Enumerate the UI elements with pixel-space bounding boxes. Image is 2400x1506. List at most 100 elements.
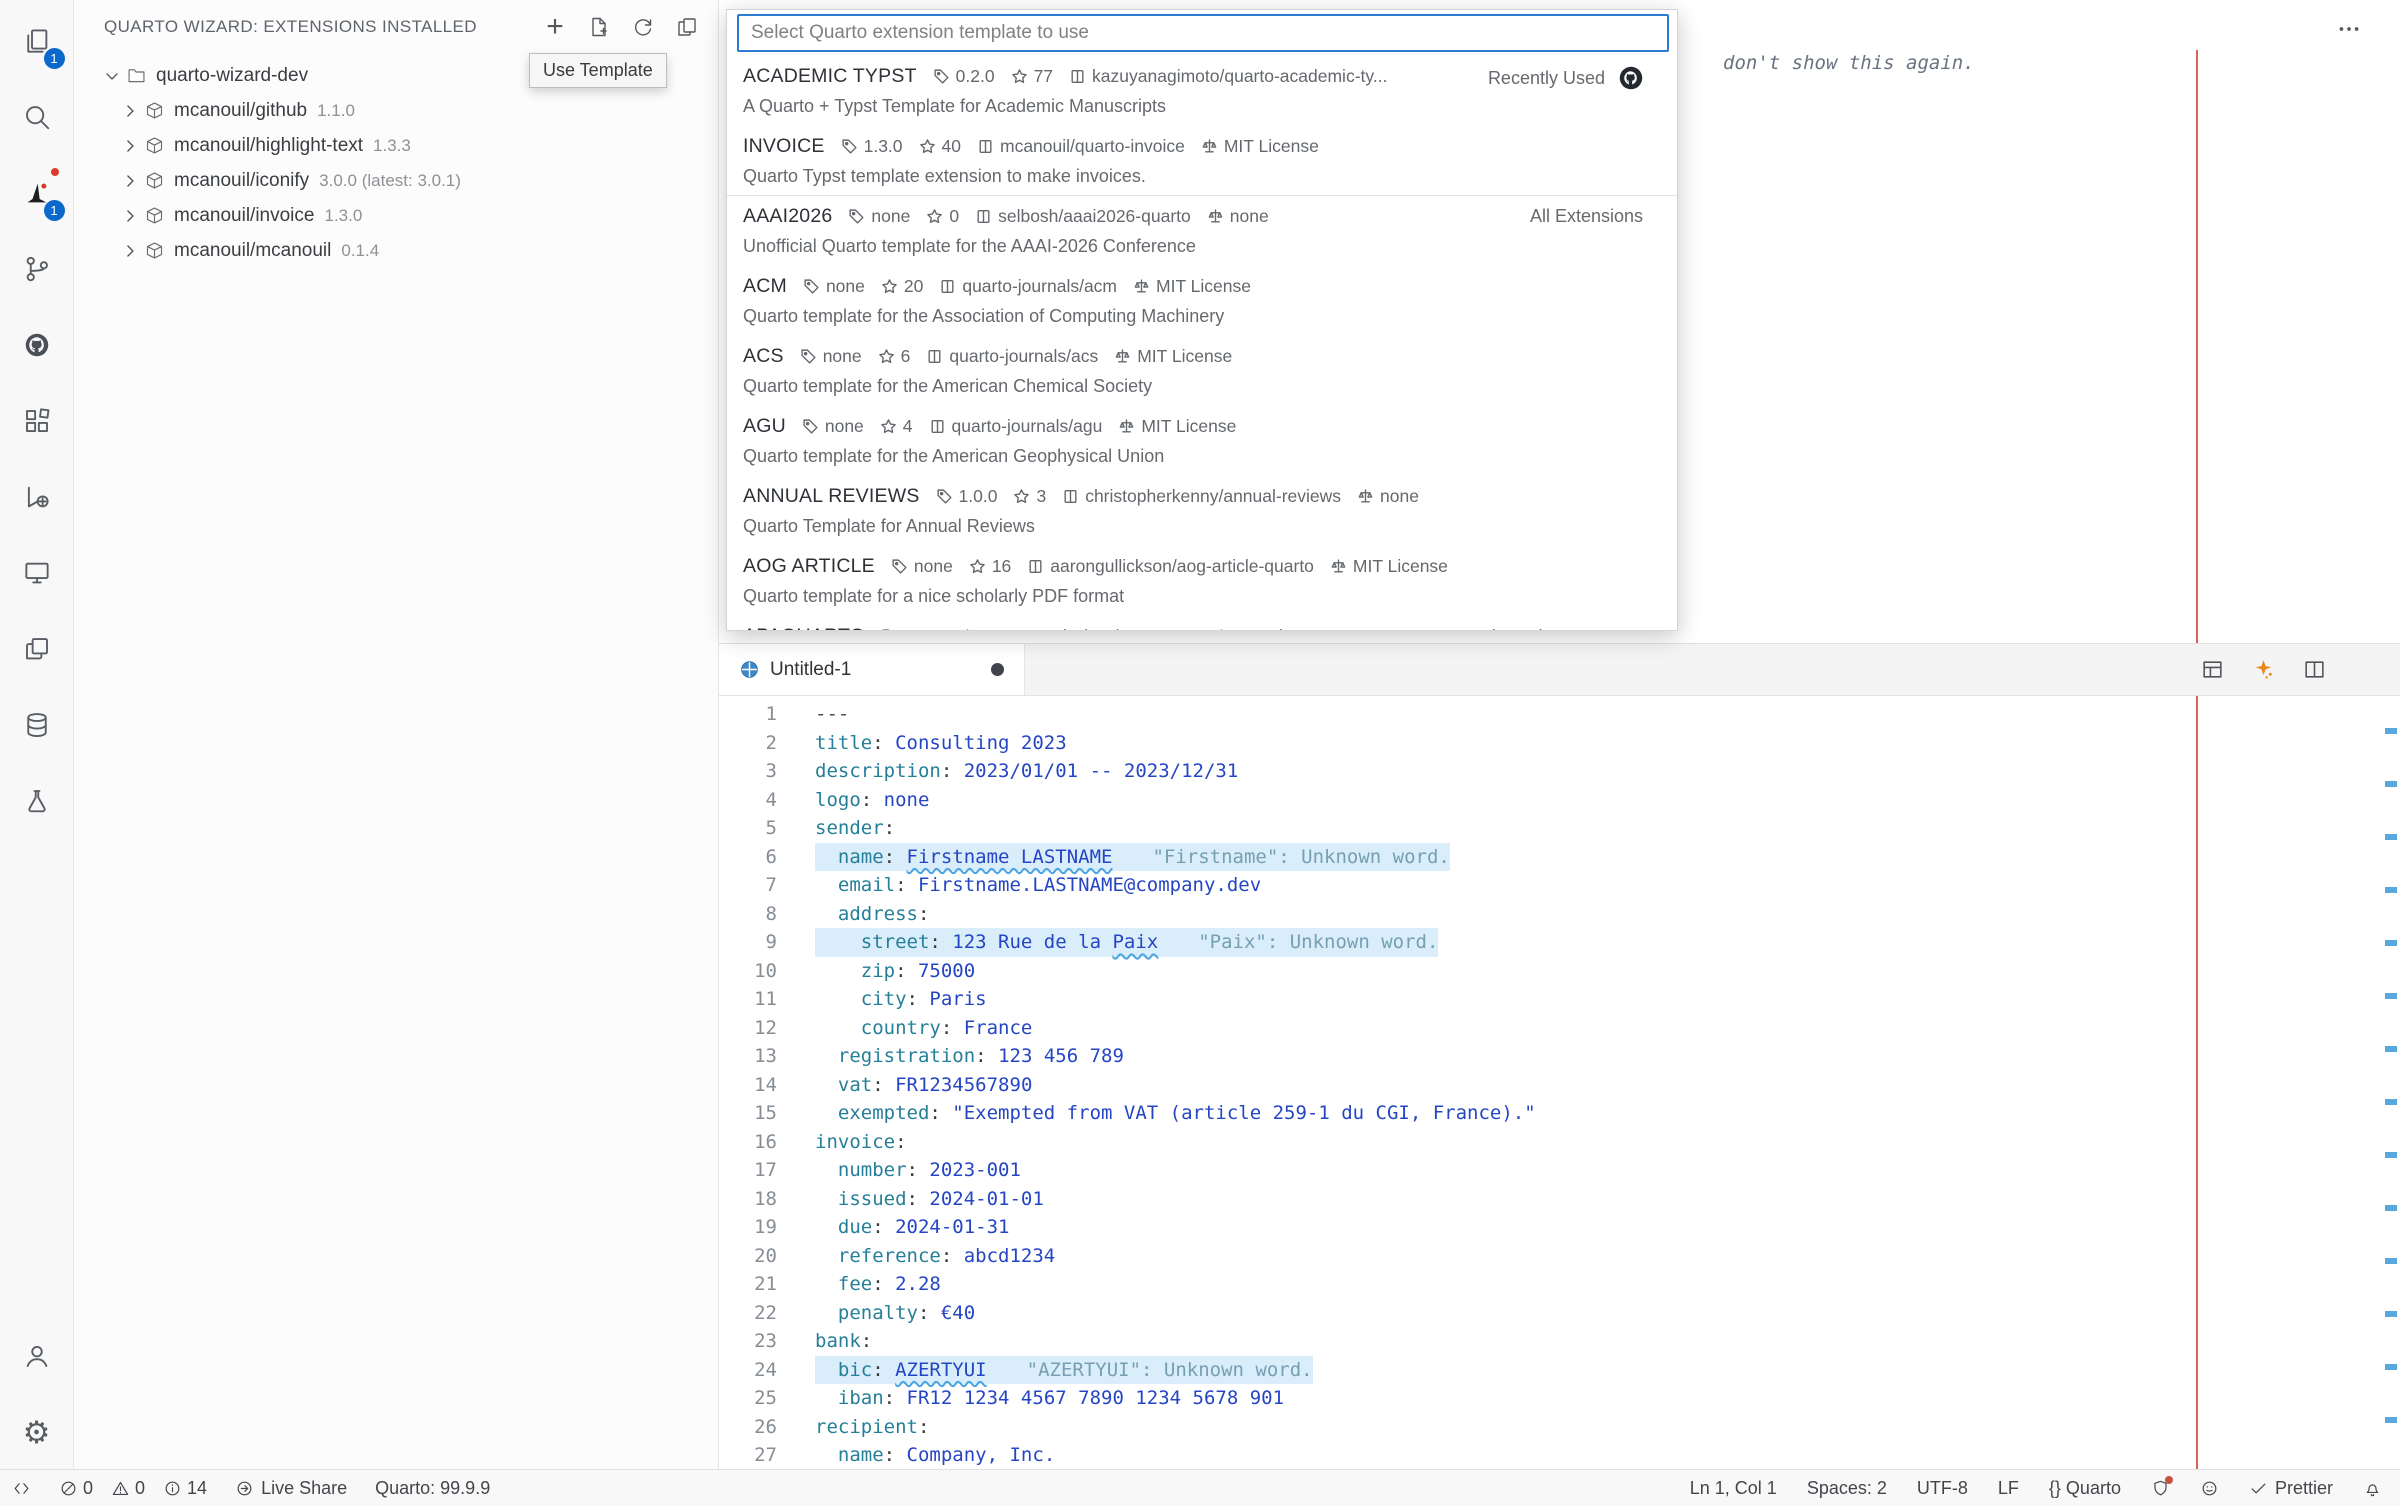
yaml-value: €40 [941,1302,975,1324]
refresh-button[interactable] [630,14,656,40]
feedback-icon[interactable] [2200,1479,2219,1498]
extension-row[interactable]: mcanouil/github 1.1.0 [74,93,718,128]
bottom-editor[interactable]: 1 --- 2 title: Consulting 2023 3 descrip… [719,696,2400,1469]
stars-meta: 4 [880,416,913,437]
accounts-icon[interactable] [12,1331,62,1381]
more-actions-icon[interactable] [2353,657,2378,682]
package-icon [144,100,165,121]
quarto-wizard-icon[interactable]: 1 [12,168,62,218]
code-line[interactable]: 2 title: Consulting 2023 [719,729,2400,758]
encoding-item[interactable]: UTF-8 [1917,1478,1968,1499]
attention-dot [49,166,61,178]
version-meta: 0.2.0 [933,66,995,87]
open-github-button[interactable] [1619,66,1643,90]
code-line[interactable]: 27 name: Company, Inc. [719,1441,2400,1469]
template-item-header: AOG ARTICLE none 16 aarongullickson/aog-… [743,551,1661,582]
extension-row[interactable]: mcanouil/mcanouil 0.1.4 [74,233,718,268]
problems-summary[interactable]: 0 0 14 [59,1478,207,1499]
license-meta: none [1357,486,1419,507]
source-control-icon[interactable] [12,244,62,294]
code-line[interactable]: 3 description: 2023/01/01 -- 2023/12/31 [719,757,2400,786]
code-line[interactable]: 23 bank: [719,1327,2400,1356]
prettier-item[interactable]: Prettier [2249,1478,2333,1499]
extension-row[interactable]: mcanouil/highlight-text 1.3.3 [74,128,718,163]
indentation-item[interactable]: Spaces: 2 [1807,1478,1887,1499]
explorer-icon[interactable]: 1 [12,16,62,66]
code-line[interactable]: 6 name: Firstname LASTNAME"Firstname": U… [719,843,2400,872]
quick-pick-input[interactable] [737,14,1669,52]
template-item[interactable]: ACADEMIC TYPST 0.2.0 77 kazuyanagimoto/q… [727,56,1677,126]
eol-item[interactable]: LF [1998,1478,2019,1499]
template-item[interactable]: AOG ARTICLE none 16 aarongullickson/aog-… [727,546,1677,616]
cursor-position[interactable]: Ln 1, Col 1 [1690,1478,1777,1499]
template-item[interactable]: INVOICE 1.3.0 40 mcanouil/quarto-invoice [727,126,1677,196]
layers-icon[interactable] [12,624,62,674]
more-actions-icon[interactable] [2336,16,2362,42]
code-line[interactable]: 12 country: France [719,1014,2400,1043]
open-editors-button[interactable] [674,14,700,40]
code-line[interactable]: 1 --- [719,700,2400,729]
language-mode-item[interactable]: {} Quarto [2049,1478,2121,1499]
split-editor-icon[interactable] [2302,657,2327,682]
template-item[interactable]: APAQUARTO none 216 wjschne/apaquarto [727,616,1677,630]
code-line[interactable]: 9 street: 123 Rue de la Paix"Paix": Unkn… [719,928,2400,957]
template-description: Unofficial Quarto template for the AAAI-… [743,232,1661,260]
code-line[interactable]: 19 due: 2024-01-31 [719,1213,2400,1242]
settings-gear-icon[interactable]: ⚙ [12,1407,62,1457]
code-line[interactable]: 18 issued: 2024-01-01 [719,1185,2400,1214]
search-icon[interactable] [12,92,62,142]
overview-ruler[interactable] [2385,728,2397,1460]
repo-meta: mcanouil/quarto-invoice [977,136,1185,157]
remote-indicator[interactable] [12,1479,31,1498]
language-status-icon[interactable] [2151,1479,2170,1498]
code-line[interactable]: 10 zip: 75000 [719,957,2400,986]
remote-explorer-icon[interactable] [12,548,62,598]
line-content: --- [815,700,849,729]
code-line[interactable]: 20 reference: abcd1234 [719,1242,2400,1271]
beaker-icon[interactable] [12,776,62,826]
extension-row[interactable]: mcanouil/invoice 1.3.0 [74,198,718,233]
quarto-version-item[interactable]: Quarto: 99.9.9 [375,1478,490,1499]
code-line[interactable]: 21 fee: 2.28 [719,1270,2400,1299]
code-line[interactable]: 5 sender: [719,814,2400,843]
yaml-colon: : [884,817,895,839]
law-icon [1114,348,1131,365]
template-item[interactable]: ANNUAL REVIEWS 1.0.0 3 christopherkenny/… [727,476,1677,546]
code-line[interactable]: 25 iban: FR12 1234 4567 7890 1234 5678 9… [719,1384,2400,1413]
code-line[interactable]: 15 exempted: "Exempted from VAT (article… [719,1099,2400,1128]
quarto-render-icon[interactable] [2251,657,2276,682]
template-item[interactable]: ACS none 6 quarto-journals/acs [727,336,1677,406]
yaml-key: exempted [838,1102,930,1124]
code-line[interactable]: 26 recipient: [719,1413,2400,1442]
code-line[interactable]: 4 logo: none [719,786,2400,815]
line-number: 8 [719,900,777,929]
tab-untitled-1[interactable]: Untitled-1 [719,644,1025,695]
code-line[interactable]: 14 vat: FR1234567890 [719,1071,2400,1100]
live-share-button[interactable]: Live Share [235,1478,347,1499]
open-preview-icon[interactable] [2200,657,2225,682]
notifications-bell-icon[interactable] [2363,1479,2382,1498]
database-icon[interactable] [12,700,62,750]
code-line[interactable]: 11 city: Paris [719,985,2400,1014]
line-number: 6 [719,843,777,872]
yaml-colon: : [929,1102,952,1124]
template-item[interactable]: AGU none 4 quarto-journals/agu [727,406,1677,476]
extension-row[interactable]: mcanouil/iconify 3.0.0 (latest: 3.0.1) [74,163,718,198]
template-item[interactable]: ACM none 20 quarto-journals/acm [727,266,1677,336]
template-item[interactable]: AAAI2026 none 0 selbosh/aaai2026-quarto [727,196,1677,266]
yaml-value: Company, Inc. [907,1444,1056,1466]
use-template-button[interactable] [586,14,612,40]
github-icon[interactable] [12,320,62,370]
run-debug-icon[interactable] [12,472,62,522]
add-extension-button[interactable]: + [542,14,568,40]
extensions-icon[interactable] [12,396,62,446]
code-line[interactable]: 16 invoice: [719,1128,2400,1157]
code-line[interactable]: 24 bic: AZERTYUI"AZERTYUI": Unknown word… [719,1356,2400,1385]
code-line[interactable]: 17 number: 2023-001 [719,1156,2400,1185]
code-line[interactable]: 7 email: Firstname.LASTNAME@company.dev [719,871,2400,900]
code-line[interactable]: 8 address: [719,900,2400,929]
code-line[interactable]: 13 registration: 123 456 789 [719,1042,2400,1071]
yaml-key: email [838,874,895,896]
errors-count: 0 [59,1478,93,1499]
code-line[interactable]: 22 penalty: €40 [719,1299,2400,1328]
